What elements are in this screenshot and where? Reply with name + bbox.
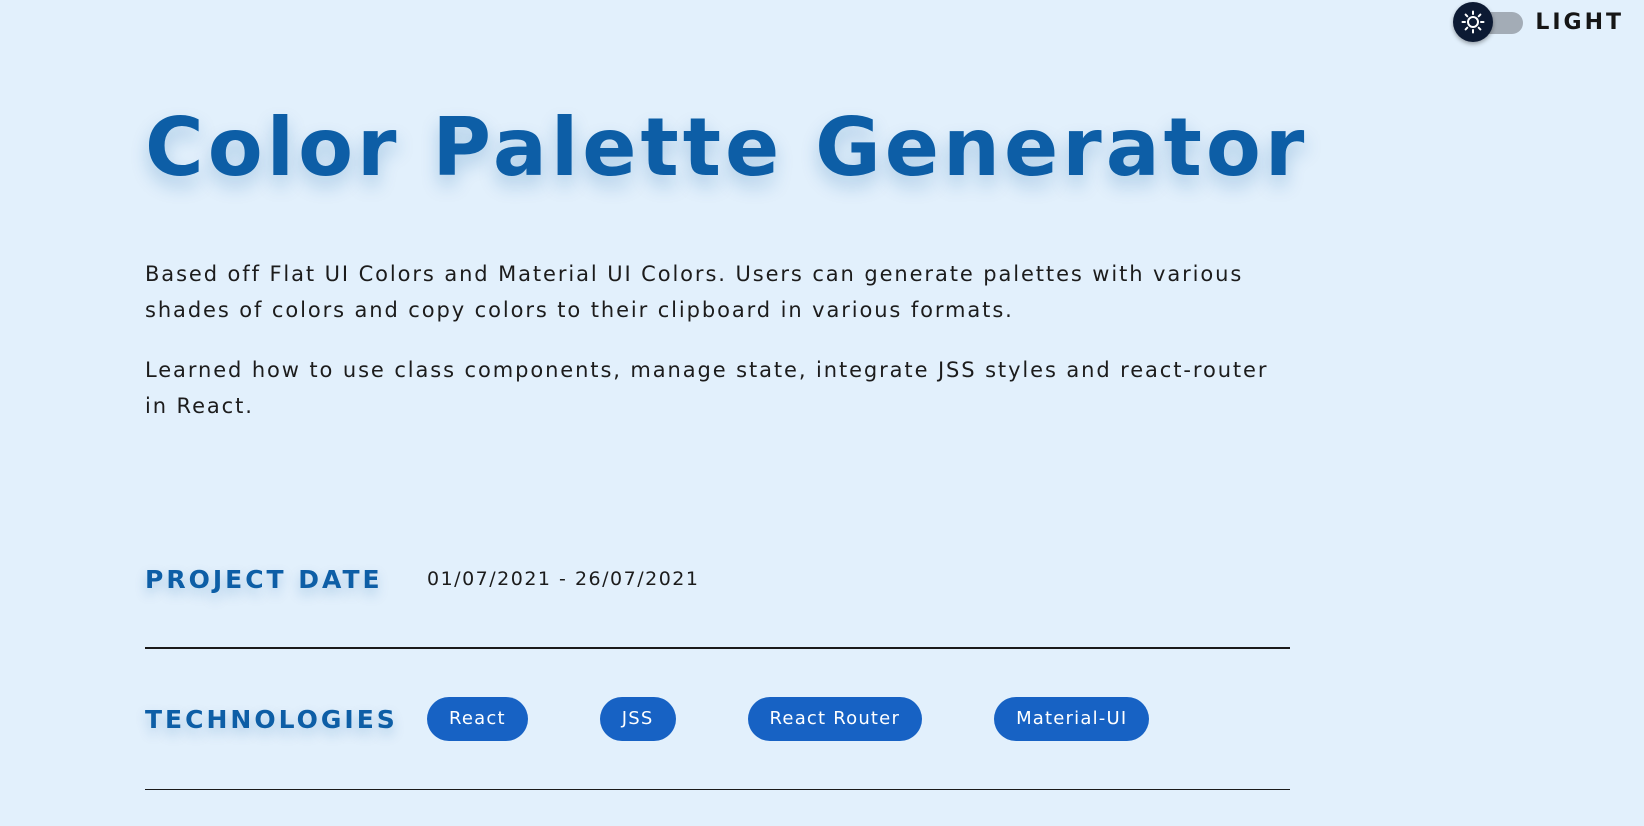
technology-tag: Material-UI xyxy=(994,697,1150,741)
description-paragraph: Learned how to use class components, man… xyxy=(145,358,1269,418)
project-date-row: PROJECT DATE 01/07/2021 - 26/07/2021 xyxy=(145,558,1290,600)
divider xyxy=(145,647,1290,649)
divider xyxy=(145,789,1290,790)
project-date-value: 01/07/2021 - 26/07/2021 xyxy=(427,568,700,590)
technologies-heading: TECHNOLOGIES xyxy=(145,704,398,734)
technologies-row: TECHNOLOGIES React JSS React Router Mate… xyxy=(145,697,1290,741)
project-page: LIGHT Color Palette Generator Based off … xyxy=(0,0,1644,826)
page-title: Color Palette Generator xyxy=(145,101,1309,194)
project-content: Color Palette Generator Based off Flat U… xyxy=(145,100,1309,448)
theme-toggle-switch[interactable] xyxy=(1453,2,1525,42)
technology-tag: React Router xyxy=(747,697,923,741)
technology-tag: React xyxy=(427,697,528,741)
technology-tags: React JSS React Router Material-UI xyxy=(427,697,1221,741)
sun-icon xyxy=(1461,10,1485,34)
toggle-knob[interactable] xyxy=(1453,2,1494,42)
project-date-heading: PROJECT DATE xyxy=(145,564,383,594)
project-description: Based off Flat UI Colors and Material UI… xyxy=(145,256,1290,424)
theme-toggle-label: LIGHT xyxy=(1535,9,1624,35)
theme-toggle[interactable]: LIGHT xyxy=(1453,2,1624,42)
technology-tag: JSS xyxy=(599,697,676,741)
description-paragraph: Based off Flat UI Colors and Material UI… xyxy=(145,262,1244,322)
